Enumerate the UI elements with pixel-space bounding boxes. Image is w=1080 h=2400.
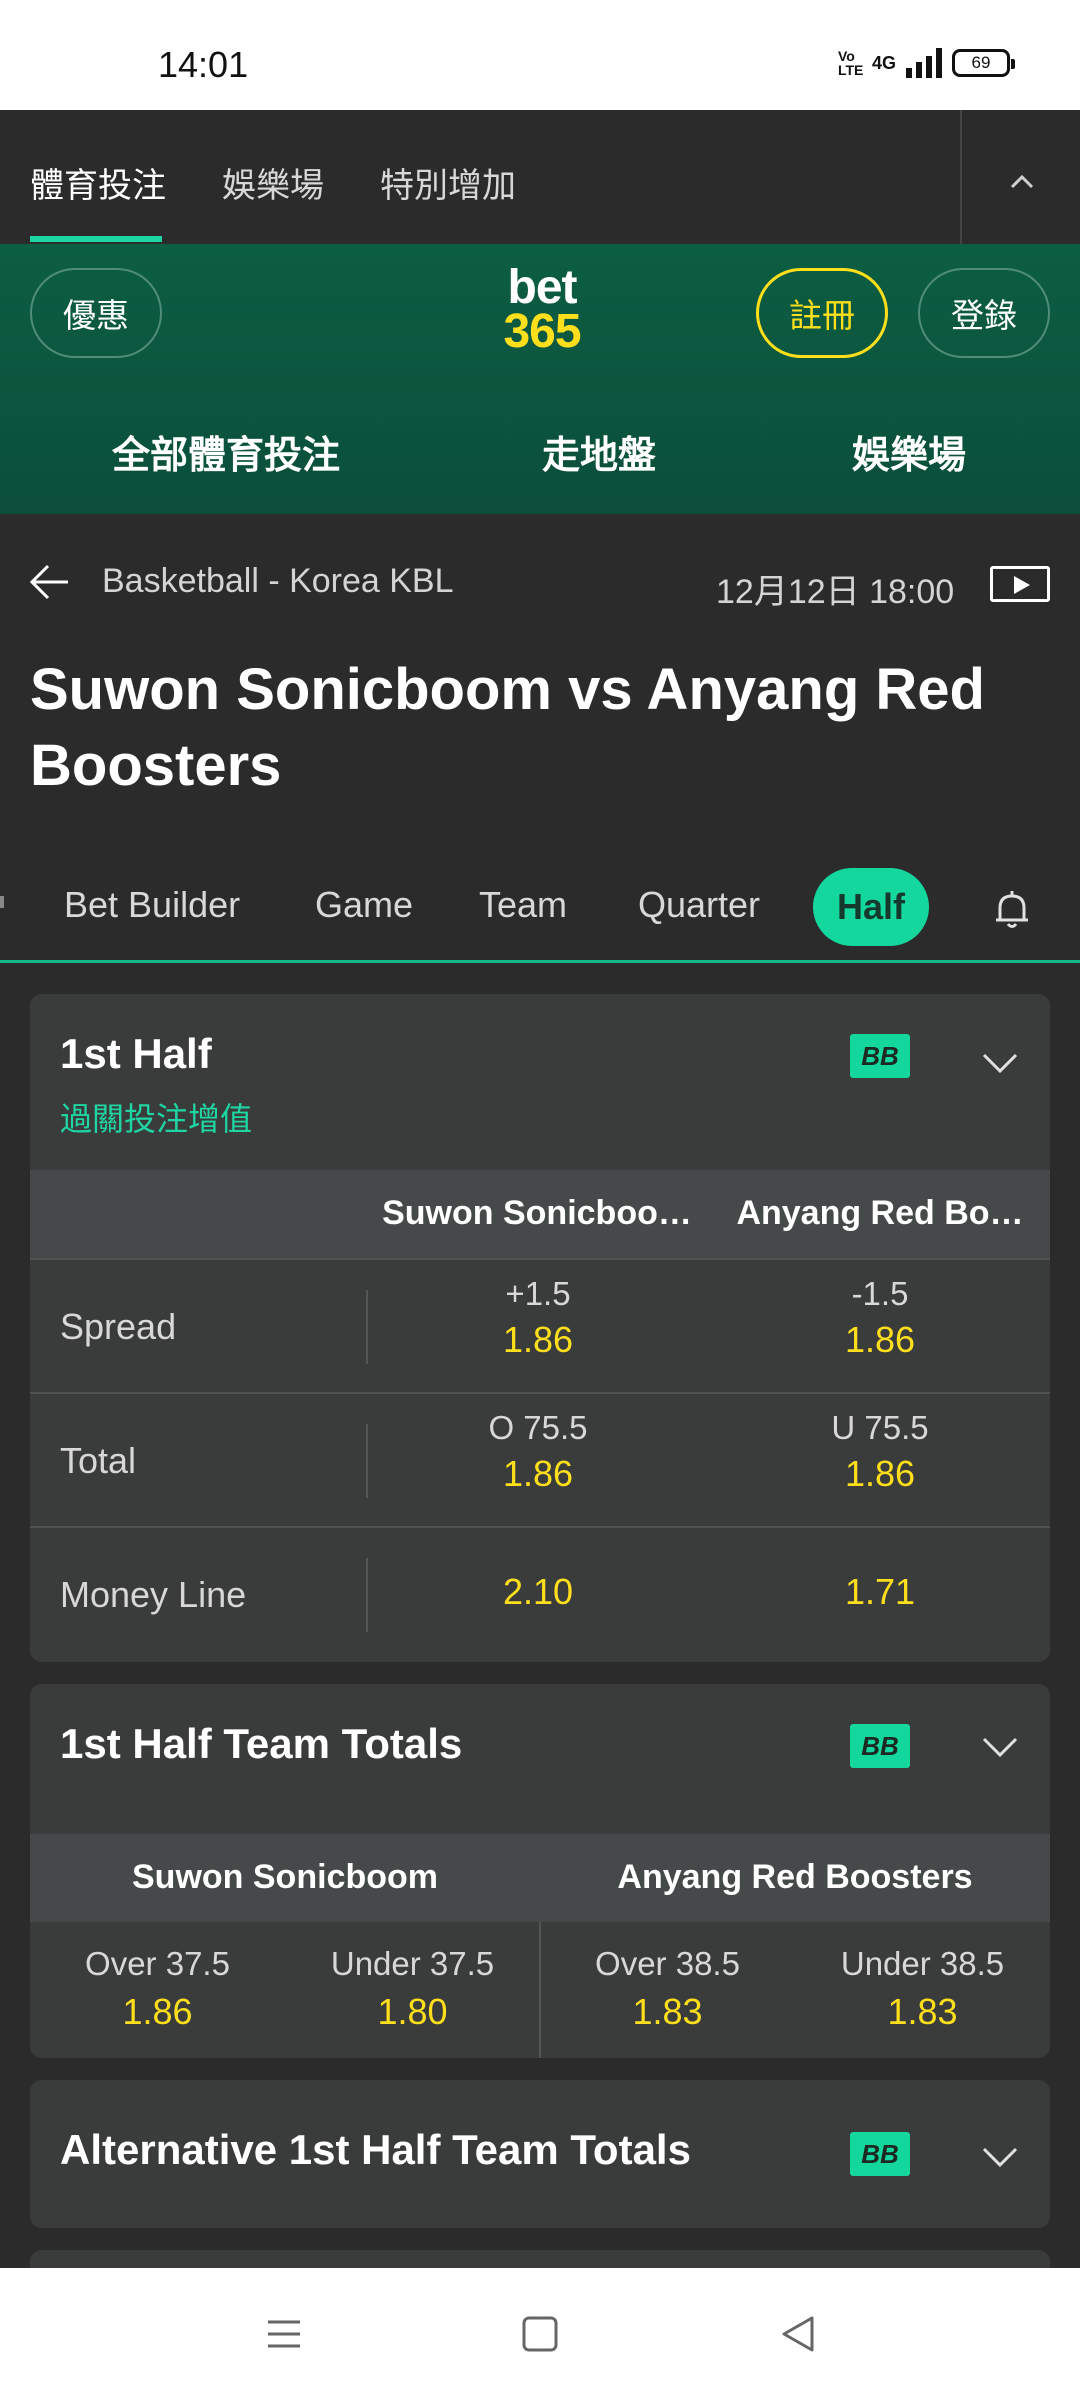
odds-value: 1.83 — [632, 1991, 703, 2032]
odds-button-away[interactable]: -1.5 1.86 — [710, 1272, 1050, 1364]
odds-value: 1.86 — [502, 1319, 574, 1360]
row-label: Total — [60, 1440, 137, 1481]
login-button[interactable]: 登錄 — [918, 268, 1050, 358]
total-line: O 75.5 — [488, 1409, 588, 1446]
col-away-team: Anyang Red Bo… — [736, 1194, 1024, 1232]
odds-value: 1.83 — [887, 1991, 958, 2032]
bell-icon[interactable] — [990, 888, 1034, 932]
col-home-team: Suwon Sonicboo… — [382, 1194, 692, 1232]
odds-button-over[interactable]: O 75.5 1.86 — [368, 1406, 708, 1498]
divider — [960, 110, 962, 244]
chevron-down-icon[interactable] — [980, 1042, 1020, 1082]
market-title[interactable]: 1st Half — [60, 1030, 212, 1078]
register-button[interactable]: 註冊 — [756, 268, 888, 358]
top-tabs: 體育投注 娛樂場 特別增加 — [0, 110, 1080, 244]
odds-button-away[interactable]: 1.71 — [710, 1568, 1050, 1616]
handicap-line: +1.5 — [505, 1275, 571, 1312]
odds-button-home-under[interactable]: Under 37.5 1.80 — [285, 1942, 540, 2038]
tab-quarter[interactable]: Quarter — [638, 884, 760, 926]
column-header: Suwon Sonicboom Anyang Red Boosters — [30, 1834, 1050, 1922]
market-card-alt-team-totals[interactable]: Alternative 1st Half Team Totals BB — [30, 2080, 1050, 2228]
tab-special[interactable]: 特別增加 — [380, 158, 516, 207]
col-away-team: Anyang Red Boosters — [617, 1858, 973, 1896]
nav-all-sports[interactable]: 全部體育投注 — [112, 424, 340, 479]
tab-casino[interactable]: 娛樂場 — [222, 158, 324, 207]
signal-icon — [906, 48, 942, 78]
odds-button-home[interactable]: 2.10 — [368, 1568, 708, 1616]
logo-text-bet: bet — [507, 261, 578, 314]
tab-half[interactable]: Half — [813, 868, 930, 946]
bet-builder-badge: BB — [850, 2132, 910, 2176]
market-card-team-totals: 1st Half Team Totals BB Suwon Sonicboom … — [30, 1684, 1050, 2058]
odds-value: 2.10 — [502, 1571, 574, 1612]
event-datetime: 12月12日 18:00 — [716, 573, 955, 611]
status-time: 14:01 — [158, 44, 249, 85]
odds-value: 1.86 — [844, 1319, 916, 1360]
nav-in-play[interactable]: 走地盤 — [542, 424, 656, 479]
odds-value: 1.86 — [502, 1453, 574, 1494]
tab-sports[interactable]: 體育投注 — [30, 158, 166, 207]
status-bar: 14:01 Vo LTE 4G 69 — [0, 0, 1080, 110]
status-icons: Vo LTE 4G 69 — [837, 48, 1015, 78]
odds-button-away-under[interactable]: Under 38.5 1.83 — [795, 1942, 1050, 2038]
odds-value: 1.86 — [844, 1453, 916, 1494]
total-line: U 75.5 — [831, 1409, 929, 1446]
event-header: Basketball - Korea KBL 12月12日 18:00 Suwo… — [0, 514, 1080, 962]
system-nav-bar — [0, 2268, 1080, 2400]
play-icon[interactable] — [990, 566, 1050, 602]
back-arrow-icon[interactable] — [28, 560, 72, 604]
bet365-logo[interactable]: bet 365 — [492, 261, 592, 358]
tabs-divider — [0, 960, 1080, 963]
odds-button-under[interactable]: U 75.5 1.86 — [710, 1406, 1050, 1498]
bet-builder-badge: BB — [850, 1724, 910, 1768]
odds-button-home[interactable]: +1.5 1.86 — [368, 1272, 708, 1364]
row-label: Spread — [60, 1306, 177, 1347]
volte-icon: Vo LTE — [837, 48, 864, 78]
match-title: Suwon Sonicboom vs Anyang Red Boosters — [30, 657, 985, 798]
total-line: Over 37.5 — [85, 1945, 230, 1982]
network-label: 4G — [871, 52, 896, 73]
market-row-money-line: Money Line 2.10 1.71 — [30, 1526, 1050, 1660]
market-card-1st-half: 1st Half 過關投注增值 BB Suwon Sonicboo… Anyan… — [30, 994, 1050, 1662]
chevron-down-icon[interactable] — [980, 1726, 1020, 1766]
market-boost-label: 過關投注增值 — [60, 1101, 253, 1137]
active-tab-indicator — [30, 236, 162, 242]
back-triangle-icon[interactable] — [776, 2312, 820, 2356]
odds-value: 1.86 — [122, 1991, 193, 2032]
promotions-button[interactable]: 優惠 — [30, 268, 162, 358]
total-line: Under 37.5 — [330, 1945, 495, 1982]
odds-value: 1.80 — [377, 1991, 448, 2032]
odds-value: 1.71 — [844, 1571, 916, 1612]
battery-icon: 69 — [952, 49, 1015, 77]
handicap-line: -1.5 — [851, 1275, 909, 1312]
nav-casino[interactable]: 娛樂場 — [852, 424, 966, 479]
row-label: Money Line — [60, 1574, 247, 1615]
market-title[interactable]: 1st Half Team Totals — [60, 1720, 462, 1768]
total-line: Over 38.5 — [595, 1945, 740, 1982]
col-home-team: Suwon Sonicboom — [132, 1858, 438, 1896]
chevron-down-icon[interactable] — [980, 2136, 1020, 2176]
menu-icon[interactable] — [262, 2312, 306, 2356]
chevron-up-icon[interactable] — [1008, 168, 1036, 196]
odds-button-away-over[interactable]: Over 38.5 1.83 — [540, 1942, 795, 2038]
tab-game[interactable]: Game — [315, 884, 413, 926]
market-row-total: Total O 75.5 1.86 U 75.5 1.86 — [30, 1392, 1050, 1526]
logo-text-365: 365 — [503, 305, 581, 358]
market-row-spread: Spread +1.5 1.86 -1.5 1.86 — [30, 1258, 1050, 1392]
bet-builder-badge: BB — [850, 1034, 910, 1078]
total-line: Under 38.5 — [840, 1945, 1005, 1982]
column-header: Suwon Sonicboo… Anyang Red Bo… — [30, 1170, 1050, 1258]
market-title[interactable]: Alternative 1st Half Team Totals — [60, 2126, 691, 2174]
tab-team[interactable]: Team — [479, 884, 567, 926]
odds-button-home-over[interactable]: Over 37.5 1.86 — [30, 1942, 285, 2038]
brand-header: 優惠 bet 365 註冊 登錄 全部體育投注 走地盤 娛樂場 — [0, 244, 1080, 514]
breadcrumb[interactable]: Basketball - Korea KBL — [102, 562, 454, 601]
scroll-hint — [0, 896, 4, 908]
home-square-icon[interactable] — [518, 2312, 562, 2356]
market-tabs: Bet Builder Game Team Quarter Half — [0, 844, 1080, 960]
tab-bet-builder[interactable]: Bet Builder — [64, 884, 240, 926]
